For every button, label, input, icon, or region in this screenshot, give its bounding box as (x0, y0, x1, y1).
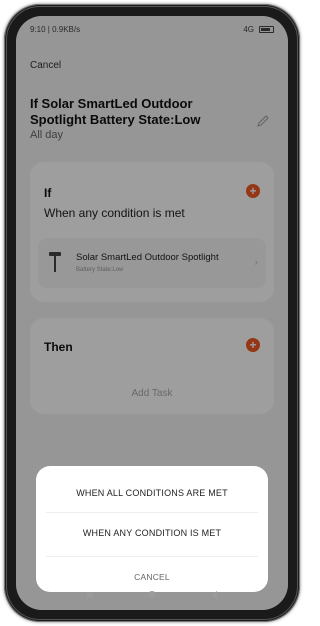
back-icon[interactable] (210, 591, 217, 599)
option-all-conditions[interactable]: WHEN ALL CONDITIONS ARE MET (36, 488, 268, 498)
condition-mode-action-sheet: WHEN ALL CONDITIONS ARE MET WHEN ANY CON… (36, 466, 268, 592)
option-any-condition[interactable]: WHEN ANY CONDITION IS MET (36, 528, 268, 538)
phone-frame: 9:10 | 0.9KB/s 4G Cancel If Solar SmartL… (4, 4, 300, 622)
divider (46, 512, 258, 513)
home-icon[interactable] (147, 591, 156, 599)
divider (46, 556, 258, 557)
system-nav-bar (16, 580, 288, 610)
screen: 9:10 | 0.9KB/s 4G Cancel If Solar SmartL… (16, 16, 288, 610)
recents-icon[interactable] (87, 592, 94, 598)
